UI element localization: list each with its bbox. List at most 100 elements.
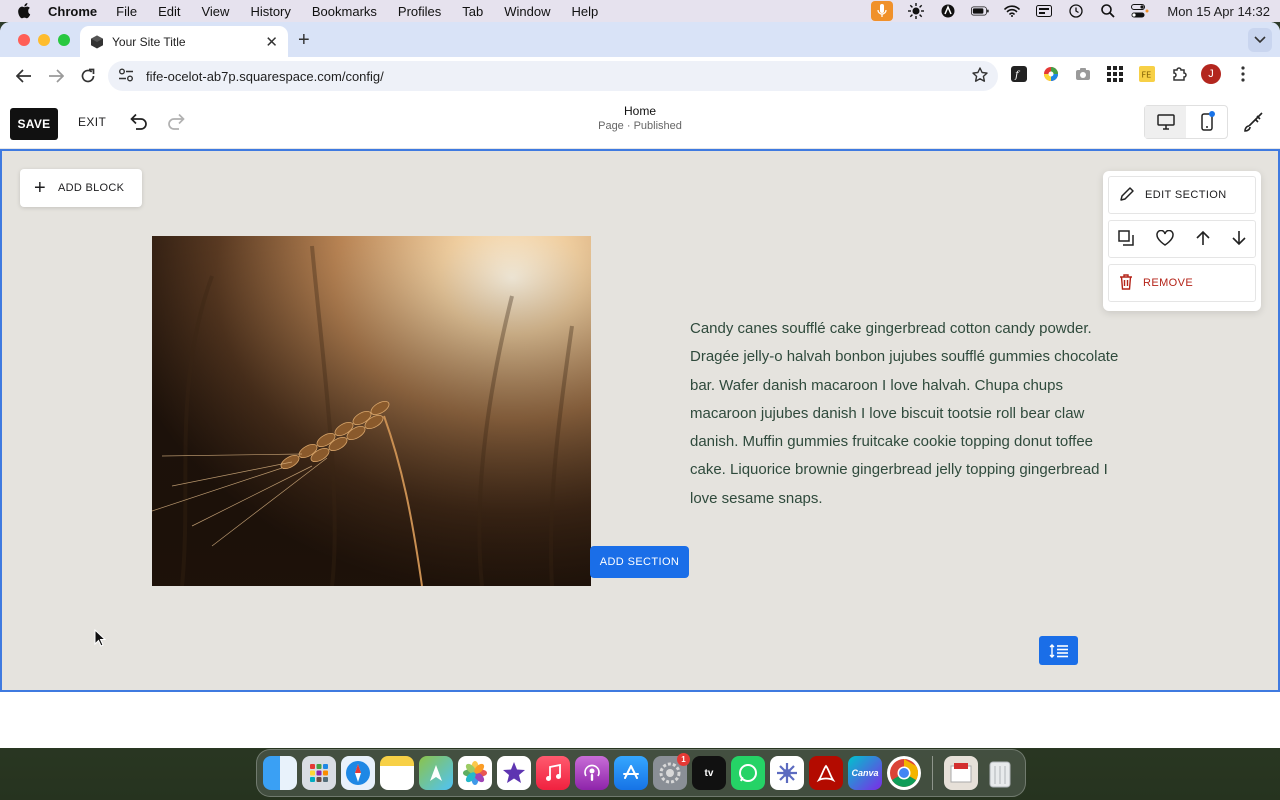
add-block-button[interactable]: + ADD BLOCK [20, 169, 142, 207]
dock-maps-icon[interactable] [419, 756, 453, 790]
screenshot-extension-icon[interactable] [1072, 63, 1094, 85]
close-window-button[interactable] [18, 34, 30, 46]
dock-chrome-icon[interactable] [887, 756, 921, 790]
bookmark-star-icon[interactable] [972, 66, 988, 86]
fe-extension-icon[interactable]: FE [1136, 63, 1158, 85]
dock-finder-icon[interactable] [263, 756, 297, 790]
menu-edit[interactable]: Edit [158, 4, 180, 19]
microphone-icon[interactable] [871, 1, 894, 21]
menu-file[interactable]: File [116, 4, 137, 19]
chrome-menu-icon[interactable] [1232, 63, 1254, 85]
chevron-down-icon [1254, 36, 1266, 44]
dock-safari-icon[interactable] [341, 756, 375, 790]
dock-whatsapp-icon[interactable] [731, 756, 765, 790]
mobile-view-button[interactable] [1186, 106, 1227, 138]
dock-documents-stack-icon[interactable] [944, 756, 978, 790]
tab-search-button[interactable] [1248, 28, 1272, 52]
arrow-up-icon[interactable] [1196, 230, 1210, 249]
reload-icon [81, 68, 95, 83]
section-icon-row [1108, 220, 1256, 258]
back-button[interactable] [10, 62, 38, 90]
grid-extension-icon[interactable] [1104, 63, 1126, 85]
remove-section-button[interactable]: REMOVE [1108, 264, 1256, 302]
dock-notes-icon[interactable] [380, 756, 414, 790]
time-machine-icon[interactable] [1067, 4, 1085, 18]
undo-icon[interactable] [128, 111, 148, 131]
apple-tv-label: tv [704, 767, 714, 779]
wifi-icon[interactable] [1003, 4, 1021, 18]
menu-profiles[interactable]: Profiles [398, 4, 441, 19]
spacing-icon [1049, 643, 1068, 658]
extensions-puzzle-icon[interactable] [1168, 63, 1190, 85]
new-tab-button[interactable]: + [298, 29, 310, 52]
dock-separator [932, 756, 933, 790]
mouse-pointer-icon [94, 628, 107, 647]
menu-bookmarks[interactable]: Bookmarks [312, 4, 377, 19]
dock-launchpad-icon[interactable] [302, 756, 336, 790]
menubar-clock[interactable]: Mon 15 Apr 14:32 [1167, 4, 1270, 19]
add-section-button[interactable]: ADD SECTION [590, 546, 689, 578]
desktop-view-button[interactable] [1145, 106, 1186, 138]
trash-icon [1119, 273, 1133, 293]
extensions-area: f FE J [1008, 63, 1254, 85]
menu-tab[interactable]: Tab [462, 4, 483, 19]
dock-canva-icon[interactable]: Canva [848, 756, 882, 790]
display-icon[interactable] [1035, 4, 1053, 18]
forward-button[interactable] [42, 62, 70, 90]
page-status: Page · Published [598, 120, 682, 132]
dock-podcasts-icon[interactable] [575, 756, 609, 790]
duplicate-icon[interactable] [1118, 229, 1134, 249]
body-text-block[interactable]: Candy canes soufflé cake gingerbread cot… [690, 315, 1120, 513]
menu-history[interactable]: History [250, 4, 290, 19]
zoom-window-button[interactable] [58, 34, 70, 46]
dock-photos-icon[interactable] [458, 756, 492, 790]
url-text[interactable]: fife-ocelot-ab7p.squarespace.com/config/ [146, 69, 972, 84]
reload-button[interactable] [74, 62, 102, 90]
site-styles-brush-icon[interactable] [1243, 111, 1265, 133]
dock-trash-icon[interactable] [983, 756, 1017, 790]
control-center-icon[interactable] [1131, 4, 1149, 18]
dock-acrobat-icon[interactable] [809, 756, 843, 790]
profile-avatar[interactable]: J [1200, 63, 1222, 85]
wheat-image-block[interactable] [152, 236, 591, 586]
settings-badge: 1 [677, 753, 690, 766]
browser-window: Your Site Title ✕ + fife-ocelot-ab7p.squ… [0, 22, 1280, 748]
menu-window[interactable]: Window [504, 4, 550, 19]
page-section[interactable]: + ADD BLOCK Candy canes soufflé cake gin… [0, 149, 1280, 692]
redo-icon[interactable] [167, 111, 187, 131]
dock-apple-tv-icon[interactable]: tv [692, 756, 726, 790]
color-picker-extension-icon[interactable] [1040, 63, 1062, 85]
arrow-down-icon[interactable] [1232, 230, 1246, 249]
exit-button[interactable]: EXIT [78, 115, 106, 129]
arc-icon[interactable] [939, 4, 957, 18]
dock-music-icon[interactable] [536, 756, 570, 790]
edit-section-label: EDIT SECTION [1145, 189, 1227, 201]
menu-view[interactable]: View [201, 4, 229, 19]
canva-label: Canva [851, 768, 879, 778]
menu-app-name[interactable]: Chrome [48, 4, 97, 19]
macos-menu-bar: Chrome File Edit View History Bookmarks … [0, 0, 1280, 22]
close-tab-icon[interactable]: ✕ [265, 33, 278, 51]
macos-dock: 1 tv Canva [256, 749, 1026, 797]
menu-help[interactable]: Help [572, 4, 599, 19]
save-button[interactable]: SAVE [10, 108, 58, 140]
apple-menu-icon[interactable] [18, 3, 32, 19]
edit-section-button[interactable]: EDIT SECTION [1108, 176, 1256, 214]
tab-strip: Your Site Title ✕ + [0, 22, 1280, 57]
brightness-icon[interactable] [907, 3, 925, 19]
minimize-window-button[interactable] [38, 34, 50, 46]
dock-system-settings-icon[interactable]: 1 [653, 753, 690, 790]
tab-active[interactable]: Your Site Title ✕ [80, 26, 288, 57]
address-bar[interactable]: fife-ocelot-ab7p.squarespace.com/config/ [108, 61, 998, 91]
site-info-icon[interactable] [118, 68, 134, 85]
browser-toolbar: fife-ocelot-ab7p.squarespace.com/config/… [0, 57, 1280, 95]
dock-perplexity-icon[interactable] [770, 756, 804, 790]
heart-icon[interactable] [1156, 229, 1174, 249]
window-controls [18, 34, 70, 46]
spotlight-search-icon[interactable] [1099, 4, 1117, 18]
dock-app-store-icon[interactable] [614, 756, 648, 790]
wheat-photo [152, 236, 591, 586]
section-spacing-button[interactable] [1039, 636, 1078, 665]
font-extension-icon[interactable]: f [1008, 63, 1030, 85]
dock-imovie-icon[interactable] [497, 756, 531, 790]
